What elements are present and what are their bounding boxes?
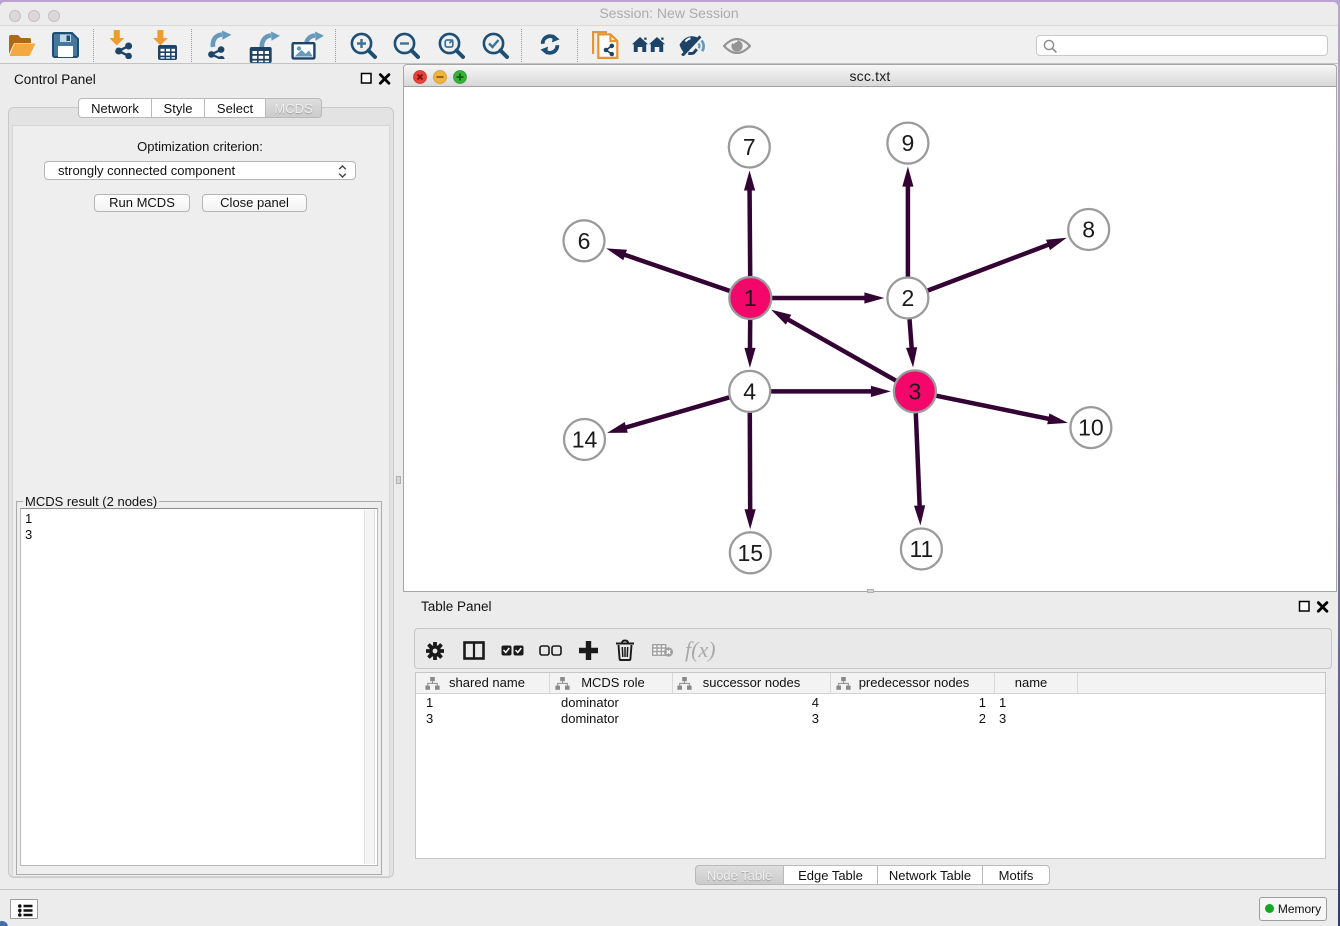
svg-text:1: 1 <box>744 285 757 311</box>
svg-text:2: 2 <box>902 285 915 311</box>
svg-text:6: 6 <box>578 228 591 254</box>
svg-text:14: 14 <box>572 427 598 453</box>
svg-text:11: 11 <box>909 536 933 562</box>
svg-text:3: 3 <box>909 378 922 404</box>
svg-text:7: 7 <box>743 134 756 160</box>
svg-text:8: 8 <box>1082 217 1095 243</box>
svg-text:9: 9 <box>902 130 915 156</box>
svg-text:15: 15 <box>738 540 764 566</box>
svg-text:10: 10 <box>1078 415 1104 441</box>
svg-text:4: 4 <box>743 378 756 404</box>
